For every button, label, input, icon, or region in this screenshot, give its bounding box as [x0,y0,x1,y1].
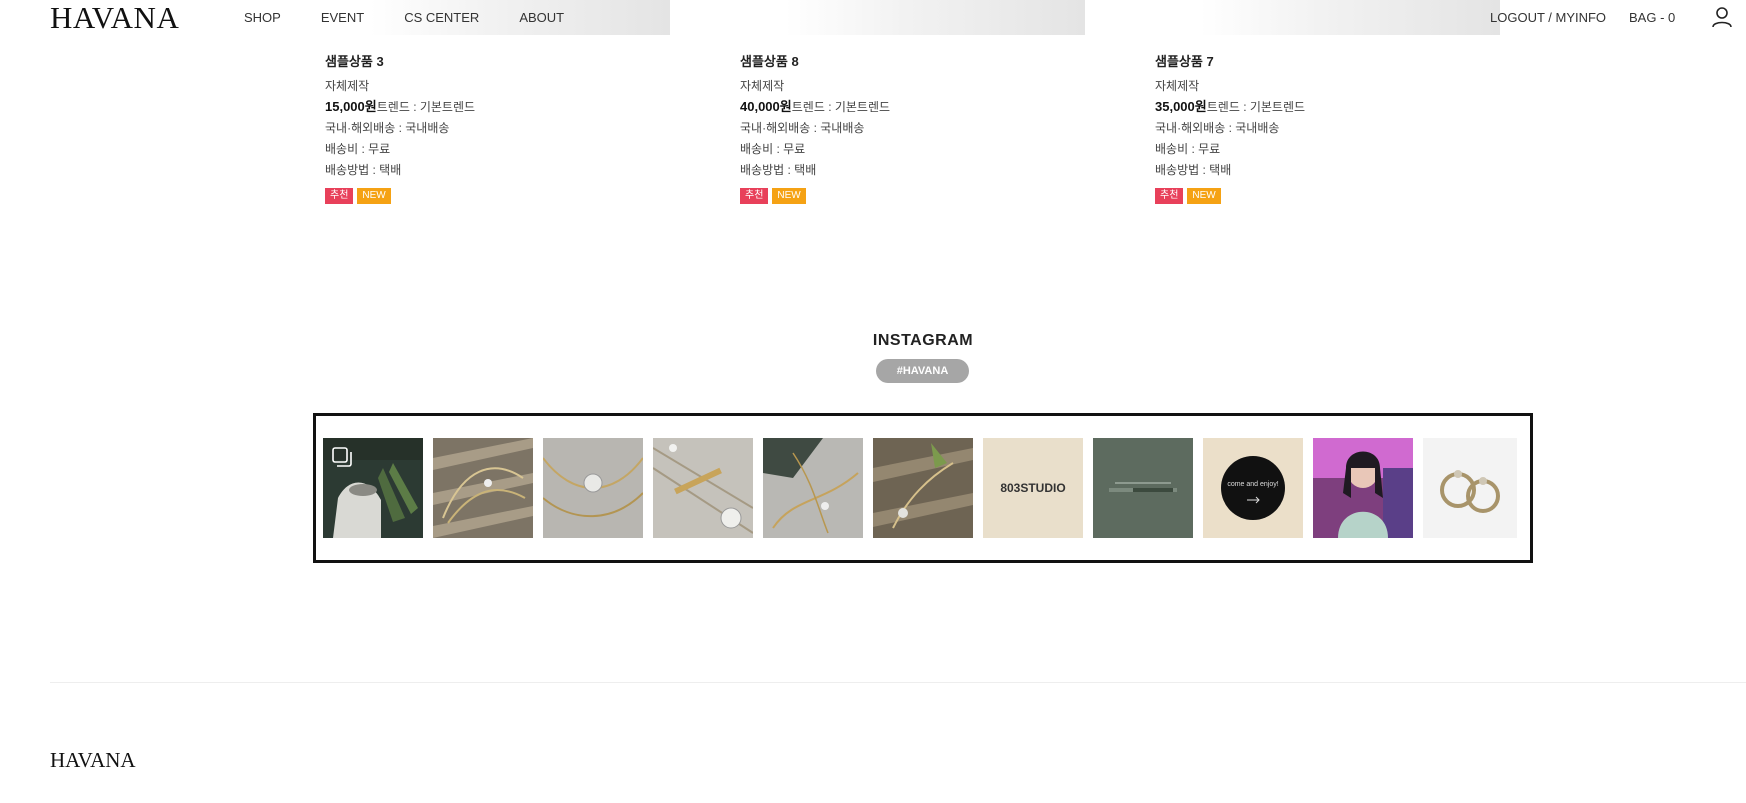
product-badges: 추천 NEW [1155,188,1455,204]
instagram-post[interactable] [763,438,863,538]
product-trend: 트렌드 : 기본트렌드 [376,100,476,114]
footer-divider [50,682,1746,683]
new-badge: NEW [357,188,391,204]
product-maker: 자체제작 [325,79,370,93]
product-card[interactable]: 샘플상품 3 자체제작 15,000원트렌드 : 기본트렌드 국내·해외배송 :… [325,54,625,204]
product-trend: 트렌드 : 기본트렌드 [1206,100,1306,114]
instagram-hashtag-button[interactable]: #HAVANA [876,359,969,383]
product-shipping-scope: 국내·해외배송 : 국내배송 [1155,121,1280,135]
recommend-badge: 추천 [1155,188,1184,204]
product-maker: 자체제작 [1155,79,1200,93]
product-shipping-scope: 국내·해외배송 : 국내배송 [325,121,450,135]
nav-event[interactable]: EVENT [321,10,364,26]
site-logo[interactable]: HAVANA [50,0,179,36]
product-price-trend: 35,000원트렌드 : 기본트렌드 [1155,100,1455,121]
product-shipping-method: 배송방법 : 택배 [325,163,402,177]
post-text: 803STUDIO [1000,481,1065,495]
nav-shop[interactable]: SHOP [244,10,281,26]
product-price: 40,000원 [740,99,792,114]
instagram-post[interactable] [543,438,643,538]
instagram-post[interactable] [1093,438,1193,538]
new-badge: NEW [1187,188,1221,204]
footer-logo[interactable]: HAVANA [50,748,136,773]
main-nav: SHOP EVENT CS CENTER ABOUT [244,10,604,26]
new-badge: NEW [772,188,806,204]
product-shipping-fee: 배송비 : 무료 [1155,142,1221,156]
header-banner-strip [1200,0,1500,35]
instagram-post[interactable] [1313,438,1413,538]
instagram-post[interactable]: come and enjoy! [1203,438,1303,538]
product-price: 15,000원 [325,99,377,114]
multi-image-icon [331,446,353,468]
user-icon[interactable] [1711,6,1733,28]
instagram-post[interactable] [433,438,533,538]
product-price: 35,000원 [1155,99,1207,114]
product-name[interactable]: 샘플상품 3 [325,54,625,74]
nav-cs-center[interactable]: CS CENTER [404,10,479,26]
instagram-feed: 803STUDIO come and enjoy! [313,413,1533,563]
product-shipping-method: 배송방법 : 택배 [740,163,817,177]
recommend-badge: 추천 [740,188,769,204]
product-price-trend: 15,000원트렌드 : 기본트렌드 [325,100,625,121]
product-maker: 자체제작 [740,79,785,93]
post-text: come and enjoy! [1227,481,1278,488]
logout-myinfo-link[interactable]: LOGOUT / MYINFO [1490,10,1606,26]
product-trend: 트렌드 : 기본트렌드 [791,100,891,114]
bag-link[interactable]: BAG - 0 [1629,10,1675,26]
product-card[interactable]: 샘플상품 7 자체제작 35,000원트렌드 : 기본트렌드 국내·해외배송 :… [1155,54,1455,204]
product-name[interactable]: 샘플상품 7 [1155,54,1455,74]
header-banner-strip [785,0,1085,35]
instagram-post[interactable]: 803STUDIO [983,438,1083,538]
product-name[interactable]: 샘플상품 8 [740,54,1040,74]
instagram-post[interactable] [323,438,423,538]
instagram-title: INSTAGRAM [872,332,974,349]
product-badges: 추천 NEW [740,188,1040,204]
product-shipping-scope: 국내·해외배송 : 국내배송 [740,121,865,135]
product-shipping-method: 배송방법 : 택배 [1155,163,1232,177]
nav-about[interactable]: ABOUT [519,10,564,26]
instagram-post[interactable] [873,438,973,538]
instagram-post[interactable] [653,438,753,538]
product-price-trend: 40,000원트렌드 : 기본트렌드 [740,100,1040,121]
product-shipping-fee: 배송비 : 무료 [740,142,806,156]
site-header: HAVANA SHOP EVENT CS CENTER ABOUT LOGOUT… [0,0,1746,36]
recommend-badge: 추천 [325,188,354,204]
instagram-post[interactable] [1423,438,1517,538]
product-shipping-fee: 배송비 : 무료 [325,142,391,156]
product-card[interactable]: 샘플상품 8 자체제작 40,000원트렌드 : 기본트렌드 국내·해외배송 :… [740,54,1040,204]
product-badges: 추천 NEW [325,188,625,204]
